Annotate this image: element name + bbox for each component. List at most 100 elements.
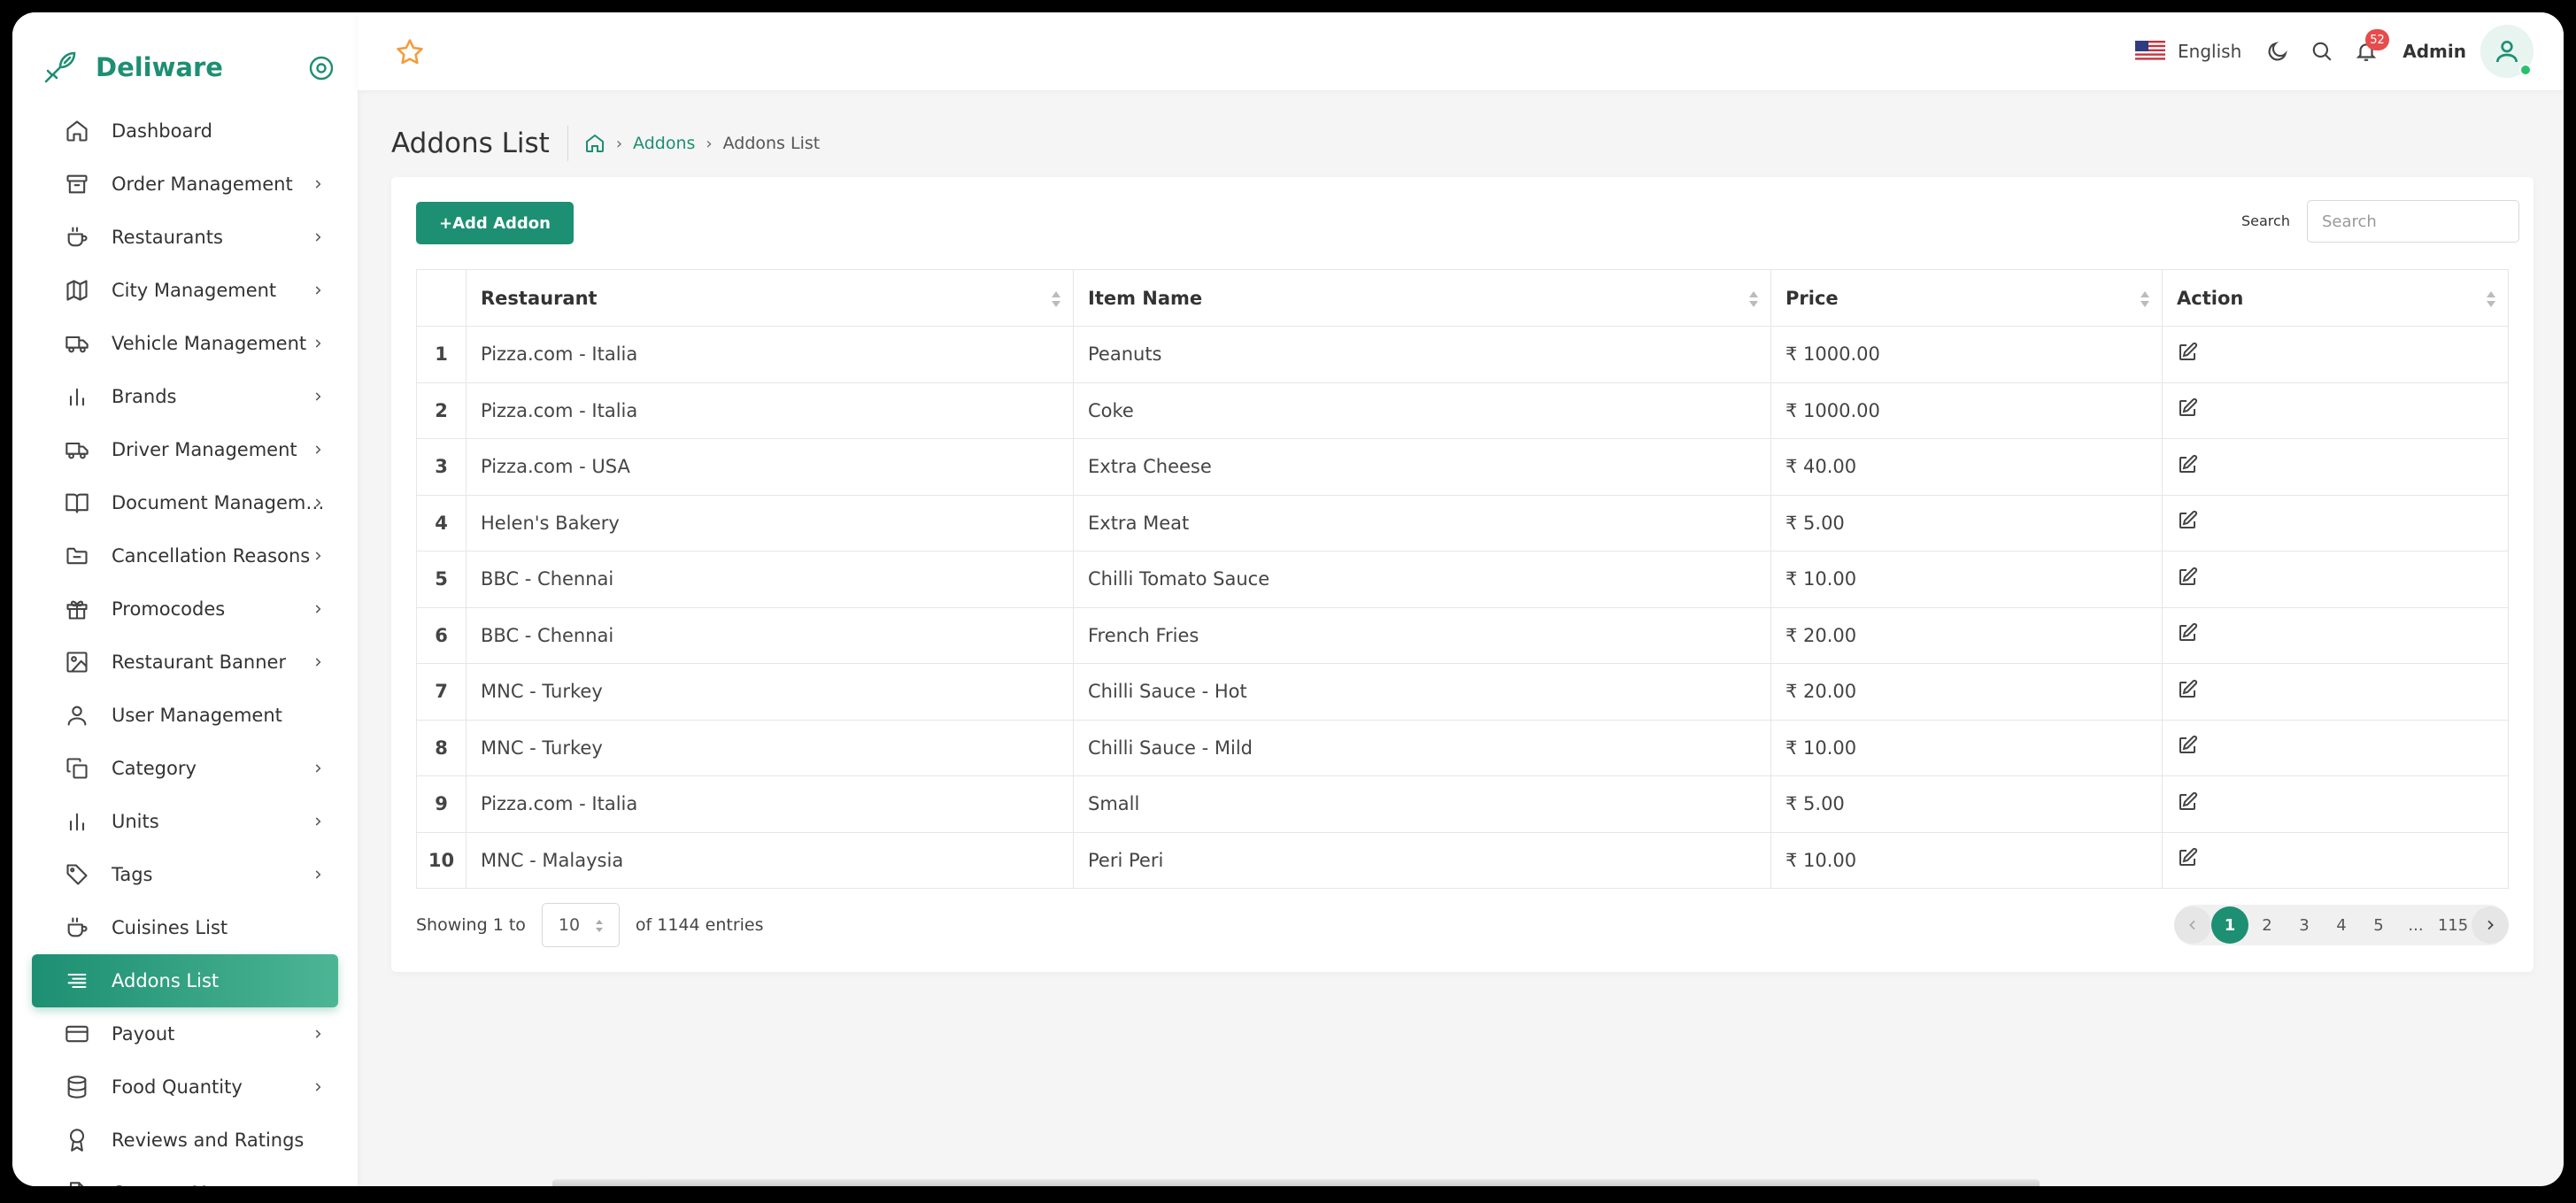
sidebar-item-food-quantity[interactable]: Food Quantity [32, 1060, 338, 1114]
page-button[interactable]: 3 [2286, 906, 2323, 944]
sidebar-item-order-management[interactable]: Order Management [32, 158, 338, 211]
sidebar-item-restaurant-banner[interactable]: Restaurant Banner [32, 636, 338, 689]
user-icon [64, 702, 90, 729]
column-header-item-name[interactable]: Item Name [1073, 269, 1771, 327]
brand[interactable]: Deliware [39, 39, 223, 96]
user-name[interactable]: Admin [2402, 41, 2466, 62]
bell-icon[interactable]: 52 [2353, 29, 2389, 65]
sidebar-item-units[interactable]: Units [32, 795, 338, 848]
moon-icon[interactable] [2264, 38, 2291, 65]
item-name-cell: Small [1073, 775, 1771, 833]
item-name-cell: Coke [1073, 382, 1771, 439]
sidebar-item-cancellation-reasons[interactable]: Cancellation Reasons [32, 529, 338, 582]
sidebar-item-reviews-and-ratings[interactable]: Reviews and Ratings [32, 1114, 338, 1167]
edit-icon[interactable] [2177, 454, 2198, 480]
price-cell: ₹ 5.00 [1770, 494, 2163, 551]
next-page-icon[interactable] [2472, 906, 2509, 944]
edit-icon[interactable] [2177, 679, 2198, 705]
table-row: 6 BBC - Chennai French Fries ₹ 20.00 [416, 606, 2509, 664]
action-cell [2162, 382, 2509, 439]
row-number: 4 [416, 494, 467, 551]
home-icon[interactable] [584, 133, 605, 154]
prev-page-icon[interactable] [2174, 906, 2211, 944]
list-icon [64, 968, 90, 994]
sidebar-item-payout[interactable]: Payout [32, 1007, 338, 1060]
page-button[interactable]: 2 [2248, 906, 2286, 944]
edit-icon[interactable] [2177, 567, 2198, 592]
edit-icon[interactable] [2177, 848, 2198, 873]
sort-icon[interactable] [1747, 289, 1760, 309]
sidebar-toggle-icon[interactable] [308, 55, 335, 81]
search-input[interactable] [2307, 200, 2519, 243]
column-label: Price [1785, 287, 1839, 309]
chevron-right-icon [310, 1026, 326, 1042]
table-row: 1 Pizza.com - Italia Peanuts ₹ 1000.00 [416, 326, 2509, 383]
sidebar-item-city-management[interactable]: City Management [32, 264, 338, 317]
credit-card-icon [64, 1021, 90, 1047]
item-name-cell: Extra Cheese [1073, 438, 1771, 496]
sidebar-item-label: Cuisines List [112, 917, 228, 938]
sidebar-item-addons-list[interactable]: Addons List [32, 954, 338, 1007]
sidebar-item-label: Brands [112, 386, 177, 407]
avatar[interactable] [2480, 25, 2534, 78]
us-flag-icon[interactable] [2135, 41, 2166, 62]
sort-icon[interactable] [2485, 289, 2497, 309]
sort-icon[interactable] [2139, 289, 2151, 309]
column-label: Action [2177, 287, 2244, 309]
sidebar-item-content-management[interactable]: Content Management [32, 1167, 338, 1186]
sidebar-item-brands[interactable]: Brands [32, 370, 338, 423]
page-button[interactable]: 1 [2211, 906, 2248, 944]
restaurant-cell: MNC - Turkey [466, 663, 1074, 721]
edit-icon[interactable] [2177, 511, 2198, 536]
entries-label: of 1144 entries [635, 915, 764, 935]
action-cell [2162, 663, 2509, 721]
item-name-cell: Peri Peri [1073, 831, 1771, 889]
chevron-right-icon [310, 601, 326, 617]
restaurant-cell: Pizza.com - Italia [466, 775, 1074, 833]
action-cell [2162, 326, 2509, 383]
language-label[interactable]: English [2178, 41, 2241, 62]
table-row: 9 Pizza.com - Italia Small ₹ 5.00 [416, 775, 2509, 833]
page-size-select[interactable]: 10 [541, 903, 620, 947]
sidebar-item-promocodes[interactable]: Promocodes [32, 582, 338, 636]
chevron-right-icon [310, 176, 326, 192]
search-icon[interactable] [2309, 38, 2335, 65]
file-icon [64, 1180, 90, 1186]
edit-icon[interactable] [2177, 623, 2198, 648]
edit-icon[interactable] [2177, 791, 2198, 817]
sidebar-item-restaurants[interactable]: Restaurants [32, 211, 338, 264]
price-cell: ₹ 10.00 [1770, 719, 2163, 776]
page-button[interactable]: 115 [2434, 906, 2472, 944]
price-cell: ₹ 20.00 [1770, 606, 2163, 664]
sort-icon[interactable] [1050, 289, 1062, 309]
page-button[interactable]: 4 [2323, 906, 2360, 944]
add-addon-button[interactable]: +Add Addon [416, 202, 574, 244]
sidebar-item-cuisines-list[interactable]: Cuisines List [32, 901, 338, 954]
sidebar-item-category[interactable]: Category [32, 742, 338, 795]
column-header-price[interactable]: Price [1770, 269, 2163, 327]
sidebar-item-dashboard[interactable]: Dashboard [32, 104, 338, 158]
page-button[interactable]: 5 [2360, 906, 2397, 944]
sidebar-item-document-manageme[interactable]: Document Manageme... [32, 476, 338, 529]
edit-icon[interactable] [2177, 398, 2198, 423]
sidebar-item-label: Addons List [112, 970, 220, 991]
table-row: 2 Pizza.com - Italia Coke ₹ 1000.00 [416, 382, 2509, 439]
sidebar-item-vehicle-management[interactable]: Vehicle Management [32, 317, 338, 370]
edit-icon[interactable] [2177, 342, 2198, 367]
column-header-action[interactable]: Action [2162, 269, 2509, 327]
restaurant-cell: BBC - Chennai [466, 606, 1074, 664]
column-header-restaurant[interactable]: Restaurant [466, 269, 1074, 327]
award-icon [64, 1127, 90, 1153]
restaurant-cell: Pizza.com - Italia [466, 382, 1074, 439]
map-icon [64, 277, 90, 304]
table-row: 7 MNC - Turkey Chilli Sauce - Hot ₹ 20.00 [416, 663, 2509, 721]
sidebar-item-tags[interactable]: Tags [32, 848, 338, 901]
breadcrumb-parent[interactable]: Addons [633, 134, 695, 153]
edit-icon[interactable] [2177, 736, 2198, 760]
sidebar-item-driver-management[interactable]: Driver Management [32, 423, 338, 476]
item-name-cell: French Fries [1073, 606, 1771, 664]
sidebar-item-label: User Management [112, 705, 282, 726]
sidebar-item-user-management[interactable]: User Management [32, 689, 338, 742]
star-icon[interactable] [395, 37, 425, 67]
action-cell [2162, 606, 2509, 664]
